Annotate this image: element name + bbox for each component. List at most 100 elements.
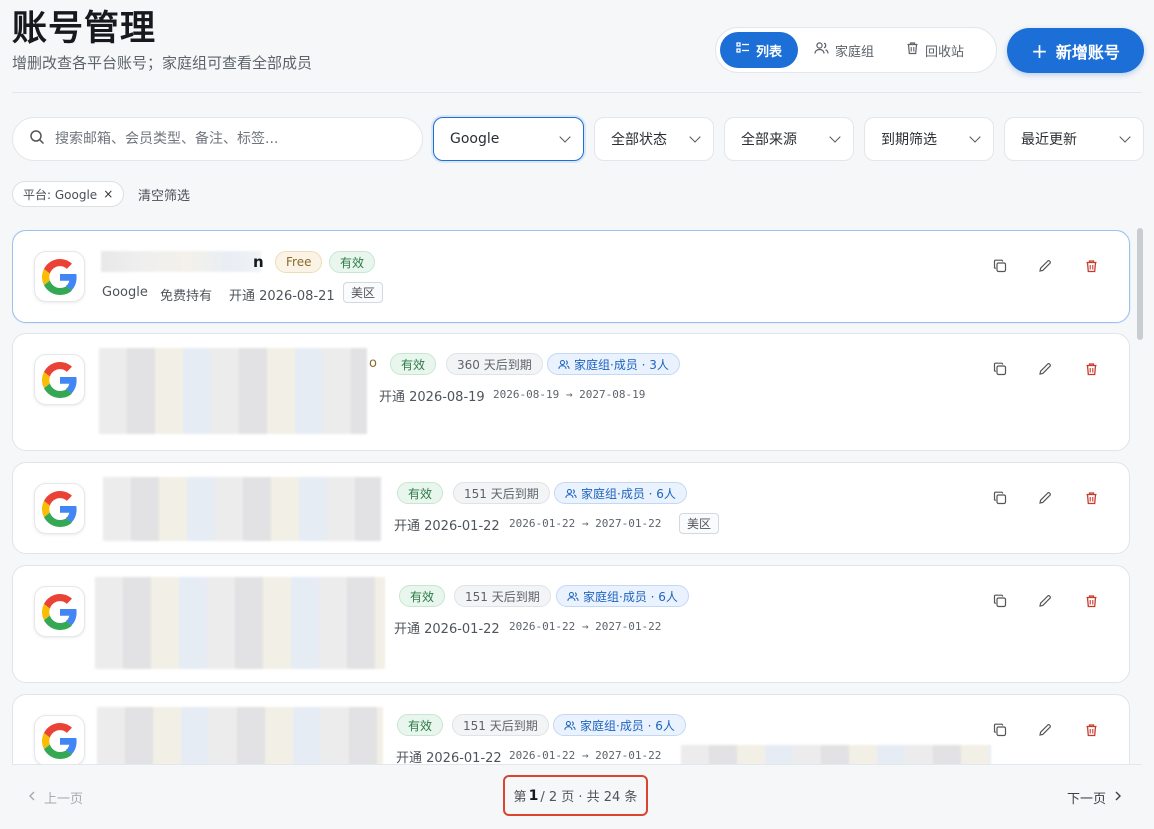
- expiry-badge: 151 天后到期: [452, 714, 549, 736]
- tab-list[interactable]: 列表: [720, 32, 799, 68]
- platform-select[interactable]: Google: [433, 117, 584, 161]
- region-badge: 美区: [343, 282, 384, 303]
- platform-select-value: Google: [450, 131, 500, 147]
- next-page-button[interactable]: 下一页: [1067, 788, 1122, 807]
- active-filter-chip[interactable]: 平台: Google ×: [12, 181, 125, 207]
- prev-page-button[interactable]: 上一页: [28, 788, 83, 807]
- account-card[interactable]: n Free 有效 Google 免费持有 开通 2026-08-21 美区: [12, 230, 1130, 323]
- delete-button[interactable]: [1080, 255, 1102, 277]
- edit-button[interactable]: [1034, 719, 1056, 741]
- redacted-note: [681, 745, 991, 764]
- pencil-icon: [1039, 492, 1051, 504]
- account-list: n Free 有效 Google 免费持有 开通 2026-08-21 美区 o…: [12, 230, 1132, 764]
- sort-select[interactable]: 最近更新: [1004, 117, 1144, 161]
- google-logo-icon: [34, 586, 85, 637]
- trash-icon: [1086, 260, 1096, 273]
- copy-button[interactable]: [989, 255, 1011, 277]
- tab-trash-label: 回收站: [925, 44, 965, 60]
- add-account-button[interactable]: + 新增账号: [1007, 28, 1144, 73]
- search-input[interactable]: [55, 131, 395, 147]
- chevron-down-icon: [829, 131, 841, 143]
- list-icon: [736, 41, 750, 59]
- pencil-icon: [1039, 595, 1051, 607]
- edit-button[interactable]: [1034, 590, 1056, 612]
- family-badge-label: 家庭组·成员 · 6人: [581, 486, 676, 501]
- sort-select-value: 最近更新: [1021, 132, 1077, 148]
- plan-description: 免费持有: [160, 289, 213, 304]
- chevron-down-icon: [559, 131, 571, 143]
- account-card[interactable]: 有效 151 天后到期 家庭组·成员 · 6人 开通 2026-01-22 20…: [12, 565, 1130, 683]
- email-tail: n: [253, 253, 264, 271]
- account-card[interactable]: 有效 151 天后到期 家庭组·成员 · 6人 开通 2026-01-22 20…: [12, 462, 1130, 554]
- delete-button[interactable]: [1080, 590, 1102, 612]
- status-select[interactable]: 全部状态: [594, 117, 714, 161]
- google-logo-icon: [34, 715, 85, 764]
- delete-button[interactable]: [1080, 719, 1102, 741]
- chevron-down-icon: [1119, 131, 1131, 143]
- account-card[interactable]: o 有效 360 天后到期 家庭组·成员 · 3人 开通 2026-08-19 …: [12, 333, 1130, 451]
- status-badge: 有效: [399, 585, 446, 607]
- delete-button[interactable]: [1080, 358, 1102, 380]
- edit-button[interactable]: [1034, 487, 1056, 509]
- tab-trash[interactable]: 回收站: [890, 32, 980, 68]
- chevron-left-icon: [28, 790, 36, 805]
- clear-filters-link[interactable]: 清空筛选: [138, 185, 190, 204]
- copy-button[interactable]: [989, 590, 1011, 612]
- expiry-badge: 151 天后到期: [453, 482, 550, 504]
- active-filter-label: 平台: Google: [23, 187, 98, 202]
- family-badge: 家庭组·成员 · 6人: [556, 585, 689, 607]
- tab-family[interactable]: 家庭组: [798, 32, 890, 68]
- validity-range: 2026-01-22 → 2027-01-22: [509, 620, 662, 633]
- users-icon: [558, 359, 570, 369]
- region-badge: 美区: [679, 513, 720, 534]
- plan-badge: Free: [275, 251, 323, 273]
- family-badge: 家庭组·成员 · 6人: [553, 714, 686, 736]
- google-logo-icon: [34, 354, 85, 405]
- next-page-label: 下一页: [1067, 792, 1107, 807]
- users-icon: [814, 41, 829, 59]
- page-total: / 2 页 · 共 24 条: [540, 790, 638, 805]
- edit-button[interactable]: [1034, 255, 1056, 277]
- header-divider: [12, 92, 1142, 93]
- copy-button[interactable]: [989, 719, 1011, 741]
- expiry-select[interactable]: 到期筛选: [864, 117, 994, 161]
- expiry-badge: 151 天后到期: [454, 585, 551, 607]
- status-badge: 有效: [397, 482, 444, 504]
- pencil-icon: [1039, 260, 1051, 272]
- copy-icon: [993, 723, 1007, 737]
- copy-button[interactable]: [989, 487, 1011, 509]
- list-scrollbar[interactable]: [1137, 228, 1143, 340]
- copy-icon: [993, 259, 1007, 273]
- chevron-down-icon: [969, 131, 981, 143]
- page-subtitle: 增删改查各平台账号；家庭组可查看全部成员: [12, 54, 313, 72]
- page-title: 账号管理: [12, 9, 157, 49]
- delete-button[interactable]: [1080, 487, 1102, 509]
- opened-date: 开通 2026-01-22: [394, 622, 500, 637]
- source-select[interactable]: 全部来源: [724, 117, 854, 161]
- chevron-down-icon: [689, 131, 701, 143]
- google-logo-icon: [34, 251, 85, 302]
- search-box[interactable]: [12, 117, 423, 161]
- current-page: 1: [528, 787, 539, 804]
- redacted-email: [103, 477, 381, 541]
- redacted-email: [99, 348, 367, 434]
- platform-name: Google: [102, 285, 148, 300]
- trash-icon: [906, 41, 919, 59]
- copy-button[interactable]: [989, 358, 1011, 380]
- tab-list-label: 列表: [756, 44, 783, 60]
- page-prefix: 第: [513, 790, 527, 805]
- status-badge: 有效: [329, 251, 376, 273]
- plus-icon: +: [1031, 38, 1048, 63]
- redacted-email: [95, 577, 385, 669]
- view-switch: 列表 家庭组 回收站: [715, 27, 997, 73]
- copy-icon: [993, 491, 1007, 505]
- copy-icon: [993, 362, 1007, 376]
- pencil-icon: [1039, 724, 1051, 736]
- trash-icon: [1086, 724, 1096, 737]
- close-icon[interactable]: ×: [103, 187, 113, 201]
- family-badge: 家庭组·成员 · 6人: [554, 482, 687, 504]
- edit-button[interactable]: [1034, 358, 1056, 380]
- account-card[interactable]: 有效 151 天后到期 家庭组·成员 · 6人 开通 2026-01-22 20…: [12, 694, 1130, 764]
- validity-range: 2026-01-22 → 2027-01-22: [509, 749, 662, 762]
- status-select-value: 全部状态: [611, 132, 667, 148]
